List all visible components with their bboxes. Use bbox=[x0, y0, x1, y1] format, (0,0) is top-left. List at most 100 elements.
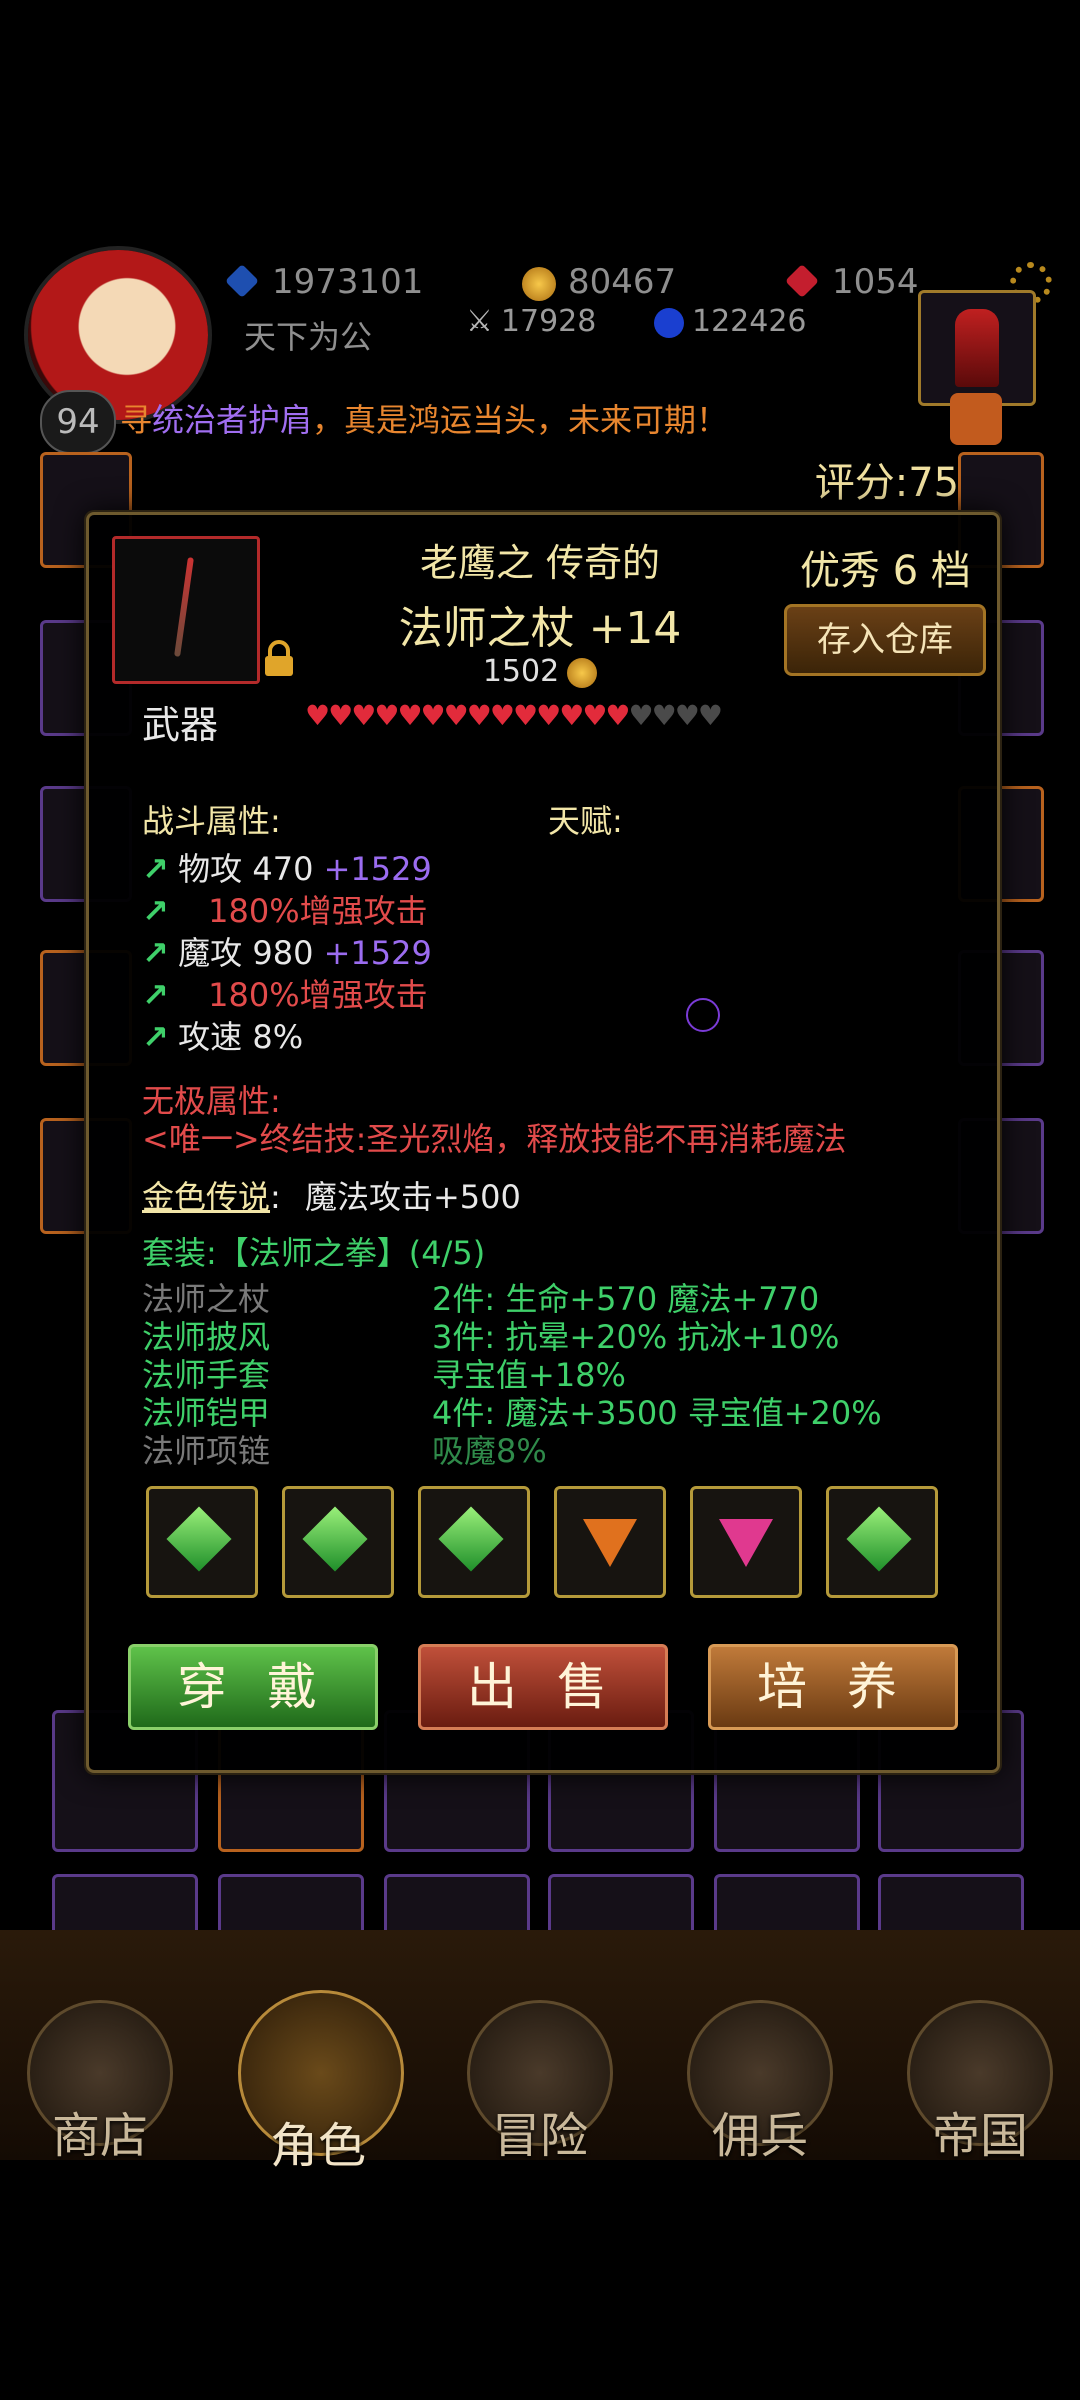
train-button[interactable]: 培 养 bbox=[708, 1644, 958, 1730]
gem-socket[interactable] bbox=[554, 1486, 666, 1598]
nav-label: 商店 bbox=[51, 2108, 148, 2164]
sell-button[interactable]: 出 售 bbox=[418, 1644, 668, 1730]
legendary-separator: : bbox=[270, 1178, 281, 1216]
notice-highlight: 统治者护肩 bbox=[152, 401, 313, 439]
nav-label: 角色 bbox=[269, 2118, 366, 2174]
resource-blue-gem: 1973101 bbox=[225, 262, 424, 302]
resource-gold-coin: 80467 bbox=[522, 262, 676, 302]
red-gem-icon bbox=[785, 264, 819, 298]
gem-socket[interactable] bbox=[826, 1486, 938, 1598]
blue-gem-icon bbox=[225, 264, 259, 298]
legendary-text: 魔法攻击+500 bbox=[304, 1178, 521, 1216]
upgrade-arrow-icon: ↗ bbox=[142, 976, 169, 1014]
set-piece: 法师手套 bbox=[142, 1356, 271, 1394]
stat-row: ↗ 物攻 470 +1529 bbox=[142, 844, 432, 890]
heart-filled-icon: ♥ bbox=[351, 699, 376, 732]
heart-empty-icon: ♥ bbox=[651, 699, 677, 732]
heart-filled-icon: ♥ bbox=[582, 699, 607, 732]
upgrade-arrow-icon: ↗ bbox=[142, 892, 169, 930]
set-bonus: 3件: 抗晕+20% 抗冰+10% bbox=[432, 1318, 840, 1356]
stat-row: ↗ 180%增强攻击 bbox=[142, 886, 428, 932]
heart-empty-icon: ♥ bbox=[628, 699, 654, 732]
heart-filled-icon: ♥ bbox=[305, 699, 330, 732]
heart-filled-icon: ♥ bbox=[443, 699, 469, 732]
wear-button[interactable]: 穿 戴 bbox=[128, 1644, 378, 1730]
combat-stats-title: 战斗属性: bbox=[142, 802, 281, 840]
gold-coin-value: 80467 bbox=[568, 262, 677, 302]
gold-coin-icon bbox=[522, 266, 556, 301]
attack-stat: ⚔ 17928 bbox=[466, 304, 596, 339]
nav-empire[interactable]: 帝国 bbox=[900, 2000, 1060, 2166]
green-gem-icon bbox=[846, 1506, 912, 1572]
item-grade: 优秀 6 档 bbox=[800, 548, 971, 594]
nav-shop[interactable]: 商店 bbox=[20, 2000, 180, 2166]
resource-red-gem: 1054 bbox=[785, 262, 919, 302]
heart-filled-icon: ♥ bbox=[420, 699, 446, 732]
store-in-warehouse-button[interactable]: 存入仓库 bbox=[784, 604, 986, 676]
set-piece: 法师之杖 bbox=[142, 1280, 271, 1318]
heart-empty-icon: ♥ bbox=[697, 699, 723, 732]
player-name: 天下为公 bbox=[244, 318, 373, 356]
upgrade-arrow-icon: ↗ bbox=[142, 850, 169, 888]
notice-prefix: 寻 bbox=[120, 401, 153, 439]
gold-coin-icon bbox=[567, 657, 598, 688]
heart-filled-icon: ♥ bbox=[559, 699, 584, 732]
talent-title: 天赋: bbox=[548, 802, 623, 840]
equipment-slot-cape[interactable] bbox=[918, 290, 1036, 406]
set-bonus: 4件: 魔法+3500 寻宝值+20% bbox=[432, 1394, 882, 1432]
set-bonuses: 2件: 生命+570 魔法+770 3件: 抗晕+20% 抗冰+10% 寻宝值+… bbox=[432, 1280, 882, 1470]
set-piece: 法师铠甲 bbox=[142, 1394, 271, 1432]
upgrade-arrow-icon: ↗ bbox=[142, 934, 169, 972]
gem-socket[interactable] bbox=[282, 1486, 394, 1598]
legendary-row: 金色传说: 魔法攻击+500 bbox=[142, 1172, 521, 1218]
stat-base: 物攻 470 bbox=[178, 850, 314, 888]
set-bonus: 吸魔8% bbox=[432, 1432, 547, 1470]
nav-label: 佣兵 bbox=[711, 2108, 808, 2164]
set-pieces: 法师之杖 法师披风 法师手套 法师铠甲 法师项链 bbox=[142, 1280, 270, 1470]
heart-filled-icon: ♥ bbox=[536, 699, 561, 732]
gem-socket[interactable] bbox=[418, 1486, 530, 1598]
quality-hearts: ♥♥♥♥♥♥♥♥♥♥♥♥♥♥♥♥♥♥ bbox=[305, 699, 723, 732]
item-type: 武器 bbox=[142, 703, 219, 747]
heart-filled-icon: ♥ bbox=[397, 699, 422, 732]
nav-label: 帝国 bbox=[931, 2108, 1028, 2164]
red-cape-icon bbox=[955, 309, 999, 387]
nav-adventure[interactable]: 冒险 bbox=[460, 2000, 620, 2166]
stat-base: 魔攻 980 bbox=[178, 934, 314, 972]
green-gem-icon bbox=[302, 1506, 368, 1572]
stat-bonus: +1529 bbox=[323, 850, 432, 888]
mana-stat-value: 122426 bbox=[692, 304, 807, 339]
attack-stat-value: 17928 bbox=[500, 304, 597, 339]
player-level-badge: 94 bbox=[40, 390, 116, 454]
item-icon-frame bbox=[112, 536, 260, 684]
set-bonus: 寻宝值+18% bbox=[432, 1356, 626, 1394]
nav-mercenary[interactable]: 佣兵 bbox=[680, 2000, 840, 2166]
blue-gem-value: 1973101 bbox=[272, 262, 424, 302]
stat-extra: 180%增强攻击 bbox=[208, 892, 428, 930]
item-price: 1502 bbox=[300, 654, 780, 689]
green-gem-icon bbox=[438, 1506, 504, 1572]
pink-gem-icon bbox=[719, 1519, 773, 1567]
stat-bonus: +1529 bbox=[323, 934, 432, 972]
heart-filled-icon: ♥ bbox=[328, 699, 353, 732]
upgrade-arrow-icon: ↗ bbox=[142, 1018, 169, 1056]
heart-filled-icon: ♥ bbox=[489, 699, 515, 732]
notice-text: ，真是鸿运当头，未来可期！ bbox=[312, 401, 729, 439]
notice-ticker: 寻统治者护肩，真是鸿运当头，未来可期！ bbox=[120, 395, 940, 443]
infinite-attr-text: <唯一>终结技:圣光烈焰，释放技能不再消耗魔法 bbox=[142, 1120, 847, 1158]
legendary-label[interactable]: 金色传说 bbox=[142, 1178, 270, 1216]
nav-character[interactable]: 角色 bbox=[238, 1990, 404, 2176]
heart-filled-icon: ♥ bbox=[605, 699, 630, 732]
megaphone-icon[interactable] bbox=[950, 393, 1002, 445]
stat-row: ↗ 攻速 8% bbox=[142, 1012, 303, 1058]
lock-icon[interactable] bbox=[262, 640, 296, 678]
green-gem-icon bbox=[166, 1506, 232, 1572]
heart-filled-icon: ♥ bbox=[374, 699, 399, 732]
mana-orb-icon bbox=[654, 307, 684, 338]
heart-filled-icon: ♥ bbox=[466, 699, 492, 732]
set-title: 套装:【法师之拳】(4/5) bbox=[142, 1234, 486, 1272]
gem-socket[interactable] bbox=[146, 1486, 258, 1598]
nav-label: 冒险 bbox=[491, 2108, 588, 2164]
gem-socket[interactable] bbox=[690, 1486, 802, 1598]
item-price-value: 1502 bbox=[482, 654, 560, 689]
